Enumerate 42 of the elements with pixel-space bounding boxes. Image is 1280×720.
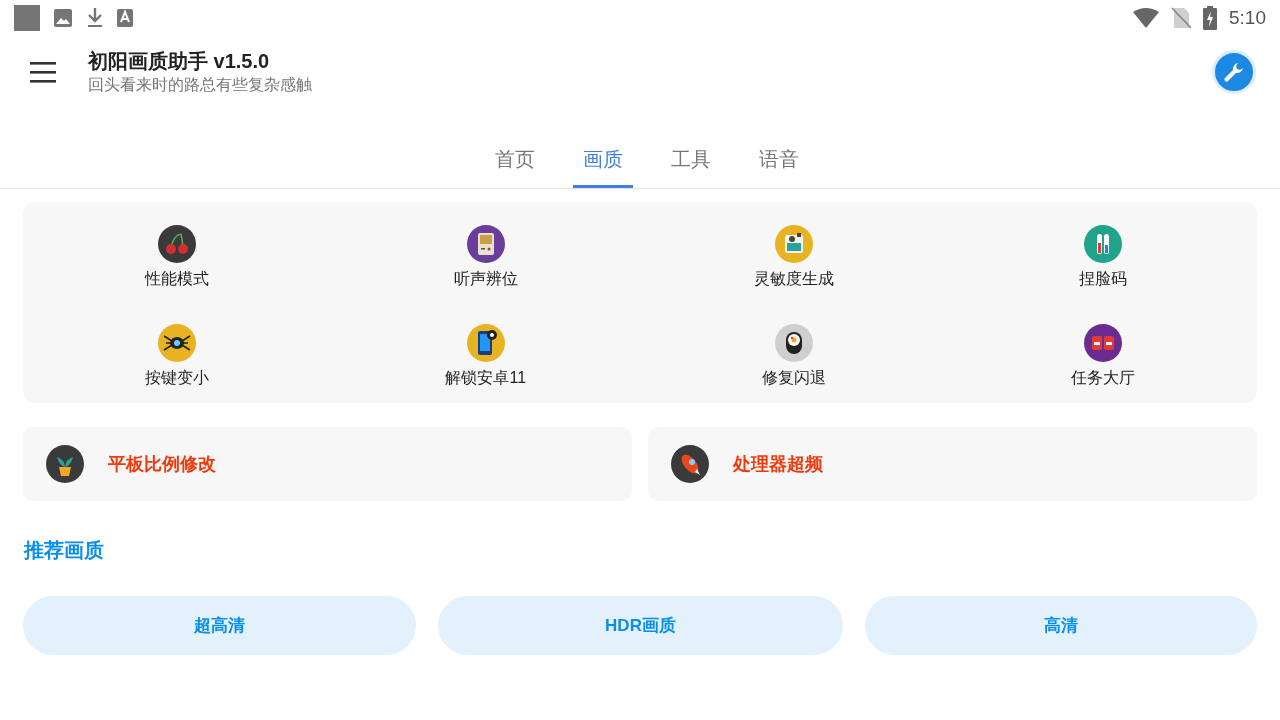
- feature-label[interactable]: 任务大厅: [1070, 368, 1135, 389]
- quality-button[interactable]: 高清: [865, 596, 1257, 655]
- feature-card[interactable]: 处理器超频: [648, 427, 1257, 501]
- settings-button[interactable]: [1212, 50, 1256, 94]
- card-icon: [46, 445, 84, 483]
- card-icon: [671, 445, 709, 483]
- feature-icon[interactable]: [158, 225, 197, 263]
- text-icon: [117, 9, 133, 27]
- feature-icon[interactable]: [775, 225, 814, 263]
- feature-icon[interactable]: [1083, 324, 1122, 362]
- section-heading: 推荐画质: [24, 538, 105, 563]
- feature-label[interactable]: 性能模式: [145, 269, 210, 290]
- feature-label[interactable]: 捏脸码: [1078, 269, 1127, 290]
- quality-button[interactable]: 超高清: [23, 596, 416, 655]
- tab[interactable]: 语音: [749, 140, 809, 188]
- feature-label[interactable]: 修复闪退: [762, 368, 827, 389]
- wrench-icon: [1223, 61, 1245, 83]
- app-subtitle: 回头看来时的路总有些复杂感触: [88, 75, 313, 95]
- feature-label[interactable]: 解锁安卓11: [445, 368, 527, 389]
- clock-time: 5:10: [1229, 7, 1266, 29]
- no-sim-icon: [1171, 7, 1191, 29]
- feature-icon[interactable]: [158, 324, 197, 362]
- tab[interactable]: 画质: [573, 140, 633, 188]
- feature-icon[interactable]: [466, 225, 505, 263]
- download-icon: [86, 7, 104, 29]
- feature-icon[interactable]: [466, 324, 505, 362]
- feature-card[interactable]: 平板比例修改: [23, 427, 632, 501]
- card-label: 平板比例修改: [108, 453, 216, 476]
- feature-icon[interactable]: [775, 324, 814, 362]
- feature-label[interactable]: 按键变小: [145, 368, 210, 389]
- wifi-icon: [1133, 8, 1159, 28]
- tab[interactable]: 工具: [661, 140, 721, 188]
- feature-label[interactable]: 灵敏度生成: [754, 269, 835, 290]
- notification-icon: [14, 5, 40, 31]
- menu-icon[interactable]: [30, 61, 56, 83]
- tab[interactable]: 首页: [485, 140, 545, 188]
- app-title: 初阳画质助手 v1.5.0: [88, 49, 271, 74]
- card-label: 处理器超频: [733, 453, 823, 476]
- quality-button[interactable]: HDR画质: [438, 596, 843, 655]
- image-icon: [53, 8, 73, 28]
- battery-icon: [1203, 6, 1217, 30]
- feature-label[interactable]: 听声辨位: [453, 269, 518, 290]
